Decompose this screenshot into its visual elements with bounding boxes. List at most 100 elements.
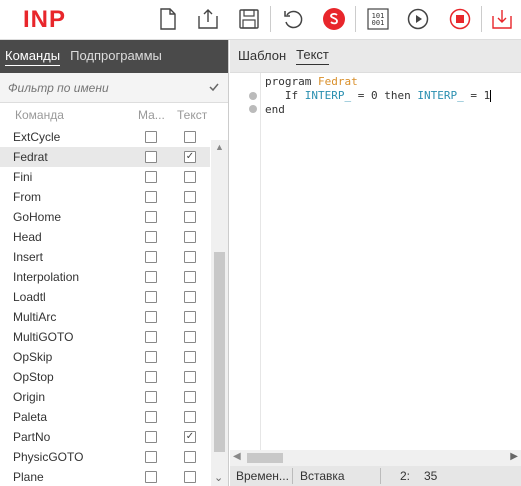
command-row[interactable]: Fedrat ✓ bbox=[0, 147, 210, 167]
text-checkbox[interactable] bbox=[184, 411, 196, 423]
text-checkbox[interactable] bbox=[184, 351, 196, 363]
status-line: 2: bbox=[400, 469, 411, 483]
command-row[interactable]: MultiArc bbox=[0, 307, 210, 327]
tab-template[interactable]: Шаблон bbox=[238, 48, 286, 65]
tab-commands[interactable]: Команды bbox=[5, 48, 61, 66]
command-name: Paleta bbox=[13, 410, 48, 424]
ma-checkbox[interactable] bbox=[145, 471, 157, 483]
command-row[interactable]: Loadtl bbox=[0, 287, 210, 307]
command-name: OpSkip bbox=[13, 350, 53, 364]
command-name: Insert bbox=[13, 250, 44, 264]
text-checkbox[interactable] bbox=[184, 271, 196, 283]
new-file-icon bbox=[160, 8, 176, 30]
binary-button[interactable]: 101 001 bbox=[366, 7, 390, 31]
text-checkbox[interactable] bbox=[184, 211, 196, 223]
command-name: PartNo bbox=[13, 430, 51, 444]
ma-checkbox[interactable] bbox=[145, 171, 157, 183]
scroll-left-icon[interactable]: ◀ bbox=[233, 451, 241, 462]
command-row[interactable]: Plane bbox=[0, 467, 210, 486]
breakpoint-dot[interactable] bbox=[249, 92, 257, 100]
text-checkbox[interactable] bbox=[184, 311, 196, 323]
stop-run-button[interactable] bbox=[322, 7, 346, 31]
new-file-button[interactable] bbox=[156, 7, 180, 31]
command-row[interactable]: Head bbox=[0, 227, 210, 247]
command-row[interactable]: Insert bbox=[0, 247, 210, 267]
ma-checkbox[interactable] bbox=[145, 351, 157, 363]
tab-text[interactable]: Текст bbox=[296, 47, 329, 65]
ma-checkbox[interactable] bbox=[145, 431, 157, 443]
scrollbar-thumb[interactable] bbox=[214, 252, 225, 452]
hscrollbar-thumb[interactable] bbox=[247, 453, 283, 463]
import-button[interactable] bbox=[490, 7, 514, 31]
text-checkbox[interactable] bbox=[184, 231, 196, 243]
ma-checkbox[interactable] bbox=[145, 371, 157, 383]
breakpoint-dot[interactable] bbox=[249, 105, 257, 113]
text-checkbox[interactable] bbox=[184, 371, 196, 383]
code-editor[interactable]: program Fedrat If INTERP_ = 0 then INTER… bbox=[230, 73, 521, 450]
command-name: Origin bbox=[13, 390, 46, 404]
text-checkbox[interactable] bbox=[184, 391, 196, 403]
filter-input[interactable] bbox=[8, 80, 198, 95]
text-checkbox[interactable] bbox=[184, 451, 196, 463]
command-row[interactable]: PhysicGOTO bbox=[0, 447, 210, 467]
app-logo: INP bbox=[23, 6, 67, 33]
command-row[interactable]: Interpolation bbox=[0, 267, 210, 287]
column-ma[interactable]: Ма... bbox=[138, 108, 165, 122]
text-checkbox[interactable] bbox=[184, 291, 196, 303]
scroll-down-icon[interactable]: ⌄ bbox=[214, 471, 223, 484]
tab-subprograms[interactable]: Подпрограммы bbox=[70, 48, 162, 65]
command-row[interactable]: OpSkip bbox=[0, 347, 210, 367]
text-checkbox[interactable]: ✓ bbox=[184, 431, 196, 443]
commands-scrollbar[interactable]: ▲ ⌄ bbox=[211, 140, 228, 486]
export-button[interactable] bbox=[196, 7, 220, 31]
scroll-right-icon[interactable]: ▶ bbox=[510, 451, 518, 462]
column-command[interactable]: Команда bbox=[15, 108, 64, 122]
text-checkbox[interactable] bbox=[184, 251, 196, 263]
filter-bar bbox=[0, 73, 228, 103]
scroll-up-icon[interactable]: ▲ bbox=[215, 142, 224, 152]
ma-checkbox[interactable] bbox=[145, 231, 157, 243]
play-button[interactable] bbox=[406, 7, 430, 31]
command-name: PhysicGOTO bbox=[13, 450, 84, 464]
column-header: Команда Ма... Текст bbox=[0, 103, 228, 127]
status-label: Времен... bbox=[236, 469, 289, 483]
column-text[interactable]: Текст bbox=[177, 108, 207, 122]
ma-checkbox[interactable] bbox=[145, 251, 157, 263]
ma-checkbox[interactable] bbox=[145, 311, 157, 323]
command-row[interactable]: Origin bbox=[0, 387, 210, 407]
command-row[interactable]: From bbox=[0, 187, 210, 207]
command-row[interactable]: Paleta bbox=[0, 407, 210, 427]
ma-checkbox[interactable] bbox=[145, 451, 157, 463]
ma-checkbox[interactable] bbox=[145, 391, 157, 403]
command-row[interactable]: GoHome bbox=[0, 207, 210, 227]
command-name: GoHome bbox=[13, 210, 62, 224]
text-checkbox[interactable] bbox=[184, 471, 196, 483]
command-name: Loadtl bbox=[13, 290, 46, 304]
text-checkbox[interactable] bbox=[184, 191, 196, 203]
stop-button[interactable] bbox=[448, 7, 472, 31]
play-icon bbox=[407, 8, 429, 30]
text-checkbox[interactable]: ✓ bbox=[184, 151, 196, 163]
text-caret bbox=[490, 90, 492, 102]
command-row[interactable]: PartNo ✓ bbox=[0, 427, 210, 447]
command-row[interactable]: MultiGOTO bbox=[0, 327, 210, 347]
ma-checkbox[interactable] bbox=[145, 291, 157, 303]
ma-checkbox[interactable] bbox=[145, 191, 157, 203]
binary-icon: 101001 bbox=[367, 8, 389, 30]
undo-button[interactable] bbox=[281, 7, 305, 31]
text-checkbox[interactable] bbox=[184, 331, 196, 343]
ma-checkbox[interactable] bbox=[145, 131, 157, 143]
command-row[interactable]: ExtCycle bbox=[0, 127, 210, 147]
save-button[interactable] bbox=[237, 7, 261, 31]
text-checkbox[interactable] bbox=[184, 131, 196, 143]
text-checkbox[interactable] bbox=[184, 171, 196, 183]
chevron-down-icon[interactable] bbox=[208, 81, 220, 93]
ma-checkbox[interactable] bbox=[145, 271, 157, 283]
ma-checkbox[interactable] bbox=[145, 331, 157, 343]
ma-checkbox[interactable] bbox=[145, 211, 157, 223]
editor-hscrollbar[interactable]: ◀ ▶ bbox=[230, 450, 521, 466]
ma-checkbox[interactable] bbox=[145, 411, 157, 423]
command-row[interactable]: OpStop bbox=[0, 367, 210, 387]
ma-checkbox[interactable] bbox=[145, 151, 157, 163]
command-row[interactable]: Fini bbox=[0, 167, 210, 187]
